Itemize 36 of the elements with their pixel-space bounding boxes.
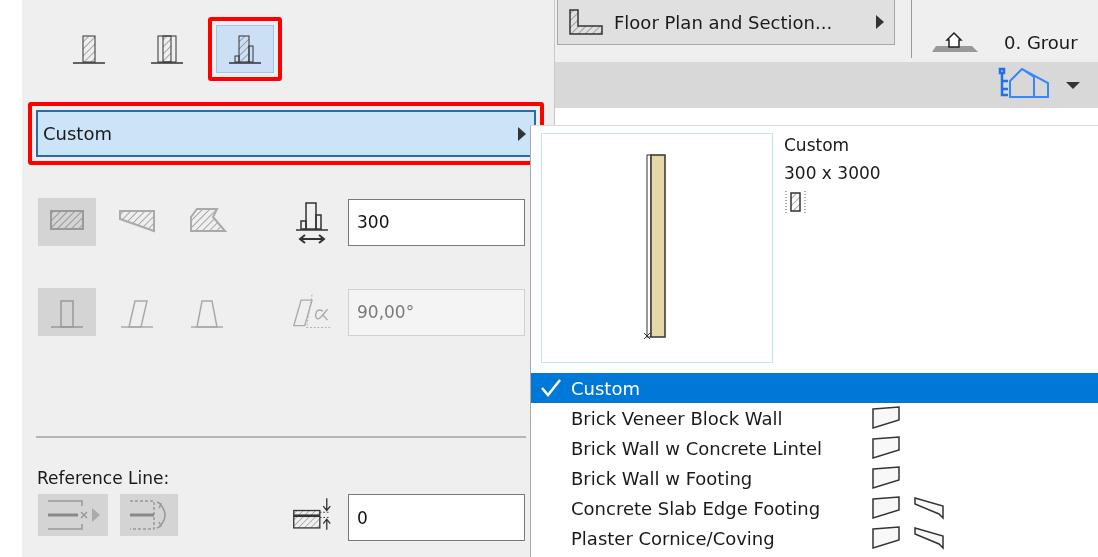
menu-item[interactable]: Custom xyxy=(531,373,1098,403)
dropdown-caret-icon xyxy=(1066,81,1080,89)
slab-shape-icon xyxy=(913,526,945,550)
story-icon xyxy=(932,30,978,54)
shape-button[interactable] xyxy=(38,288,96,336)
wall-shape-icon xyxy=(871,436,901,460)
menu-item[interactable]: Brick Wall w Concrete Lintel xyxy=(531,433,1098,463)
structure-button[interactable] xyxy=(216,25,274,73)
menu-item[interactable]: Brick Wall w Footing xyxy=(531,463,1098,493)
profile-wall-icon xyxy=(227,32,263,66)
menu-item[interactable]: Plaster Cornice/Coving xyxy=(531,523,1098,553)
profile-dropdown[interactable]: Custom xyxy=(36,110,536,157)
submenu-arrow-icon xyxy=(876,15,884,29)
profile-name: Custom xyxy=(784,135,851,155)
wall-section-icon xyxy=(568,8,604,36)
slab-shape-icon xyxy=(913,496,945,520)
menu-item[interactable]: Concrete Slab Edge Footing xyxy=(531,493,1098,523)
menu-item[interactable]: Brick Veneer Block Wall xyxy=(531,403,1098,433)
story-label: 0. Grour xyxy=(1004,31,1078,53)
offset-field[interactable]: 0 xyxy=(348,494,525,541)
composite-wall-icon xyxy=(149,32,185,66)
basic-wall-icon xyxy=(71,32,107,66)
flip-reference-button[interactable] xyxy=(120,494,178,536)
thickness-field[interactable]: 300 xyxy=(348,198,525,246)
wall-shape-icon xyxy=(871,526,901,550)
wall-type-icon xyxy=(784,191,808,215)
wall-shape-icon xyxy=(871,466,901,490)
wall-shape-icon xyxy=(871,496,901,520)
checkmark-icon xyxy=(540,378,562,398)
reference-line-label: Reference Line: xyxy=(37,468,171,488)
profile-size: 300 x 3000 xyxy=(784,163,881,183)
thickness-icon xyxy=(294,199,330,245)
wall-shape-icon xyxy=(871,406,901,430)
reference-line-button[interactable] xyxy=(38,494,108,536)
view-button[interactable]: Floor Plan and Section... xyxy=(557,0,895,45)
shape-button[interactable] xyxy=(38,198,96,246)
